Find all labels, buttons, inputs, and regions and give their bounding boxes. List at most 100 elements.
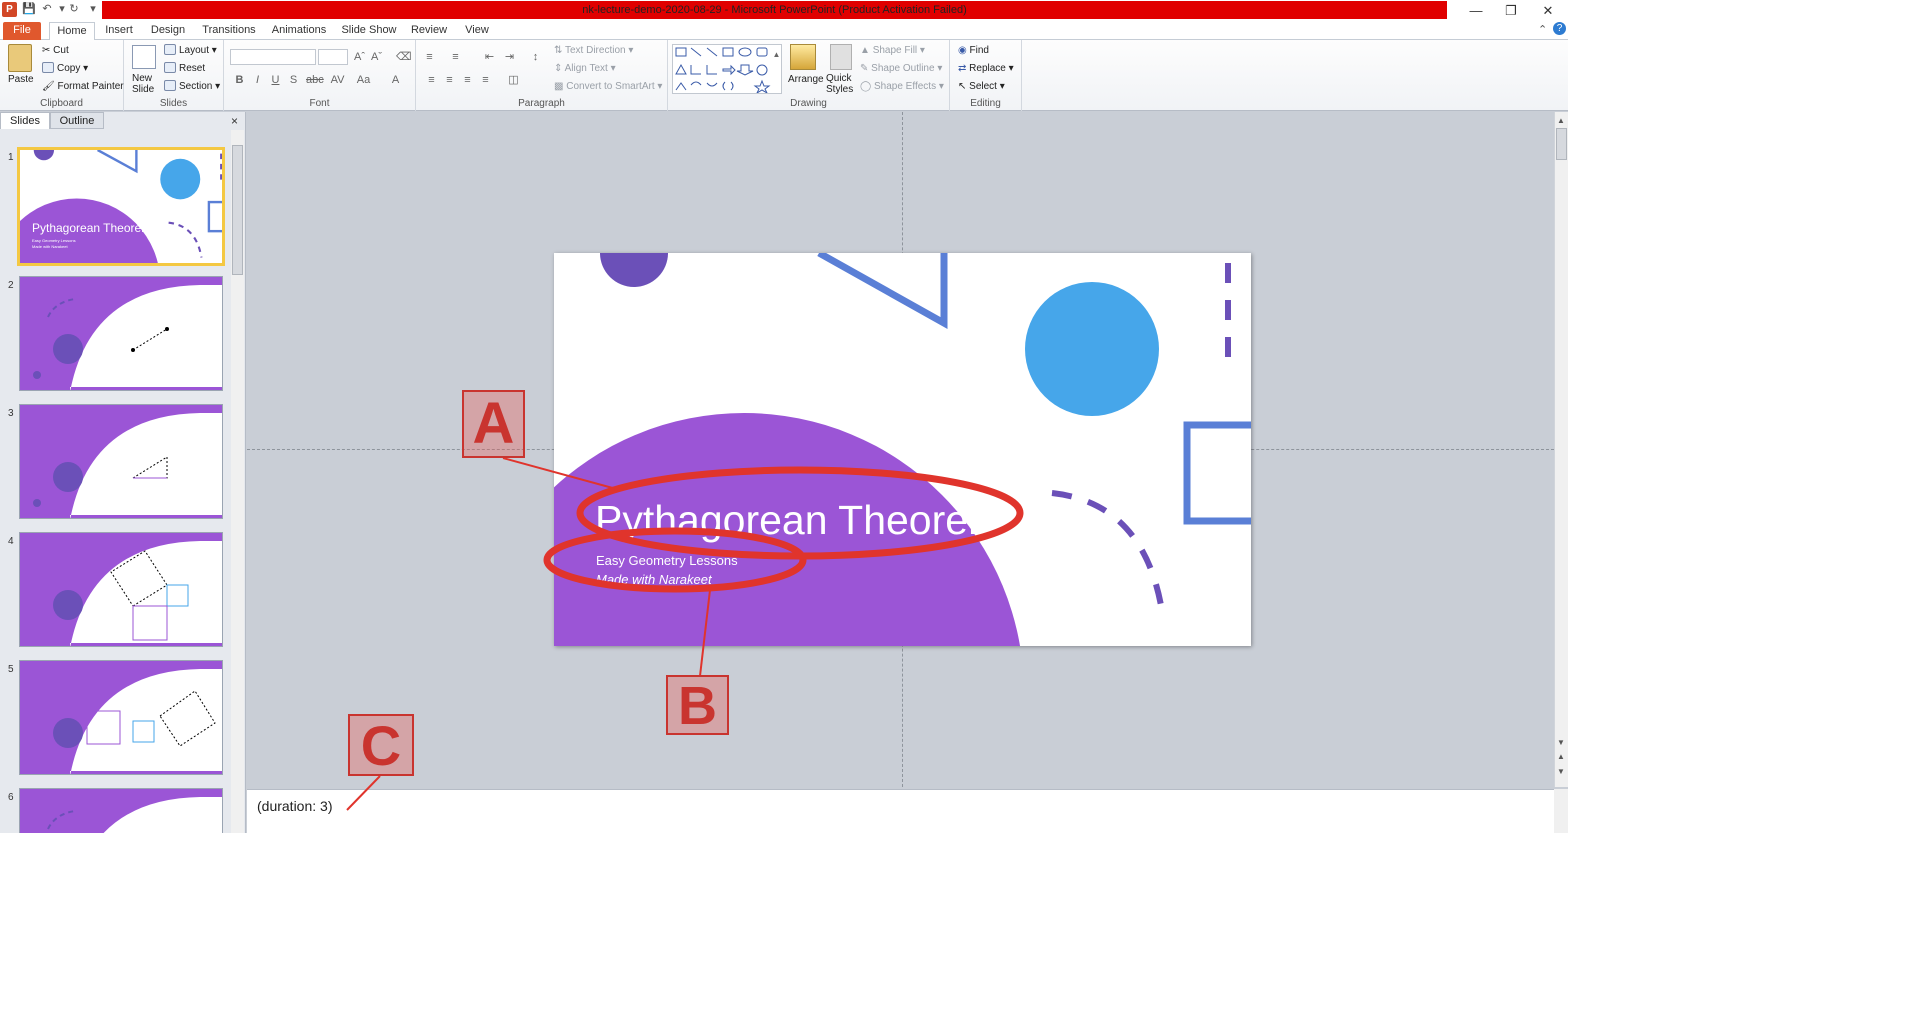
scroll-down-icon[interactable]: ▼ [1557,738,1565,747]
justify-icon[interactable]: ≡ [478,73,493,87]
thumbnail-slide-2[interactable] [19,276,223,391]
layout-button[interactable]: Layout ▾ [164,44,217,57]
close-button[interactable]: ✕ [1530,0,1566,21]
powerpoint-window: P 💾 ↶ ▾ ↻ ▾ nk-lecture-demo-2020-08-29 -… [0,0,1568,833]
copy-button[interactable]: Copy ▾ [42,62,88,75]
thumbnail-number: 1 [8,152,14,163]
powerpoint-icon[interactable]: P [2,2,17,17]
notes-scrollbar[interactable] [1554,789,1568,833]
previous-slide-icon[interactable]: ▲ [1557,752,1565,761]
restore-button[interactable]: ❐ [1493,0,1529,21]
shapes-gallery-icons [675,47,771,95]
thumbnail-slide-5[interactable] [19,660,223,775]
section-button[interactable]: Section ▾ [164,80,220,93]
underline-button[interactable]: U [268,73,283,87]
format-painter-button[interactable]: 🖌 Format Painter [42,80,124,93]
cut-button[interactable]: ✂ Cut [42,44,69,57]
tab-slide-show[interactable]: Slide Show [338,22,400,40]
ribbon-tabs: File Home Insert Design Transitions Anim… [0,21,1568,41]
scroll-thumb[interactable] [1556,128,1567,160]
close-panel-icon[interactable]: × [231,114,238,128]
tab-home[interactable]: Home [49,22,95,41]
align-center-icon[interactable]: ≡ [442,73,457,87]
decrease-indent-icon[interactable]: ⇤ [482,50,497,64]
font-color-button[interactable]: A [388,73,403,87]
notes-pane[interactable]: (duration: 3) [247,789,1554,833]
replace-button[interactable]: ⇄ Replace ▾ [958,62,1014,75]
undo-icon[interactable]: ↶ [40,2,54,17]
redo-icon[interactable]: ↻ [67,2,81,17]
thumbnail-slide-1[interactable]: Pythagorean Theorem Easy Geometry Lesson… [17,147,225,266]
tab-insert[interactable]: Insert [100,22,138,40]
thumbnail-slide-4[interactable] [19,532,223,647]
italic-button[interactable]: I [250,73,265,87]
thumbnail-scrollbar[interactable] [231,130,244,833]
font-size-dropdown[interactable] [318,49,348,65]
quick-styles-icon[interactable] [830,44,852,70]
scroll-thumb[interactable] [232,145,243,275]
align-left-icon[interactable]: ≡ [424,73,439,87]
save-icon[interactable]: 💾 [22,2,36,17]
quick-styles-button[interactable]: Quick Styles [826,73,853,95]
tab-design[interactable]: Design [146,22,190,40]
slide-graphics [554,253,1251,646]
convert-smartart-button[interactable]: ▩ Convert to SmartArt ▾ [554,80,662,93]
find-button[interactable]: ◉ Find [958,44,989,57]
tab-review[interactable]: Review [408,22,450,40]
slide-subtitle-2[interactable]: Made with Narakeet [596,572,712,587]
columns-icon[interactable]: ◫ [506,73,521,87]
paste-button[interactable]: Paste [8,73,34,86]
new-slide-icon[interactable] [132,45,156,69]
notes-text[interactable]: (duration: 3) [257,798,332,814]
new-slide-button[interactable]: New Slide [132,73,154,95]
character-spacing-button[interactable]: AV [330,73,345,87]
slide-scrollbar[interactable]: ▲ ▼ ▲ ▼ [1554,112,1568,787]
bold-button[interactable]: B [232,73,247,87]
bullets-icon[interactable]: ≡ [422,50,437,64]
minimize-button[interactable]: — [1458,0,1494,21]
reset-button[interactable]: Reset [164,62,205,75]
select-button[interactable]: ↖ Select ▾ [958,80,1005,93]
shape-fill-button[interactable]: ▲ Shape Fill ▾ [860,44,925,57]
font-label: Font [309,98,330,109]
thumbnail-slide-3[interactable] [19,404,223,519]
clear-formatting-icon[interactable]: ⌫ [396,50,412,64]
paste-icon[interactable] [8,44,32,72]
customize-toolbar-icon[interactable]: ▾ [86,2,100,17]
arrange-button[interactable]: Arrange [788,73,824,86]
tab-file[interactable]: File [3,22,41,40]
tab-view[interactable]: View [458,22,496,40]
align-text-button[interactable]: ⇕ Align Text ▾ [554,62,616,75]
thumbnail-list[interactable]: 1 Pythagorean Theorem Easy Geometry Less… [0,130,230,833]
strikethrough-button[interactable]: abc [306,73,324,87]
increase-indent-icon[interactable]: ⇥ [502,50,517,64]
shapes-gallery[interactable] [672,44,782,95]
shape-outline-button[interactable]: ✎ Shape Outline ▾ [860,62,942,75]
scroll-up-icon[interactable]: ▲ [1557,116,1565,125]
numbering-icon[interactable]: ≡ [448,50,463,64]
shape-effects-button[interactable]: ◯ Shape Effects ▾ [860,80,944,93]
line-spacing-icon[interactable]: ↕ [528,50,543,64]
minimize-ribbon-icon[interactable]: ⌃ [1538,23,1547,36]
next-slide-icon[interactable]: ▼ [1557,767,1565,776]
gallery-scroll-icon[interactable]: ▲ [769,48,784,62]
help-icon[interactable]: ? [1553,22,1566,35]
slide-canvas[interactable]: Pythagorean Theorem Easy Geometry Lesson… [554,253,1251,646]
dark-purple-circle-shape [600,253,668,287]
arrange-icon[interactable] [790,44,816,70]
shadow-button[interactable]: S [286,73,301,87]
font-family-dropdown[interactable] [230,49,316,65]
text-direction-button[interactable]: ⇅ Text Direction ▾ [554,44,633,57]
slide-title[interactable]: Pythagorean Theorem [595,497,1002,544]
tab-transitions[interactable]: Transitions [198,22,260,40]
tab-animations[interactable]: Animations [268,22,330,40]
thumbnail-slide-6[interactable] [19,788,223,833]
window-title: nk-lecture-demo-2020-08-29 - Microsoft P… [102,1,1447,19]
align-right-icon[interactable]: ≡ [460,73,475,87]
slide-subtitle[interactable]: Easy Geometry Lessons [596,553,738,568]
grow-font-icon[interactable]: Aˆ [352,50,367,64]
shrink-font-icon[interactable]: Aˇ [369,50,384,64]
change-case-button[interactable]: Aa [356,73,371,87]
tab-outline[interactable]: Outline [50,112,104,129]
tab-slides[interactable]: Slides [0,112,50,129]
